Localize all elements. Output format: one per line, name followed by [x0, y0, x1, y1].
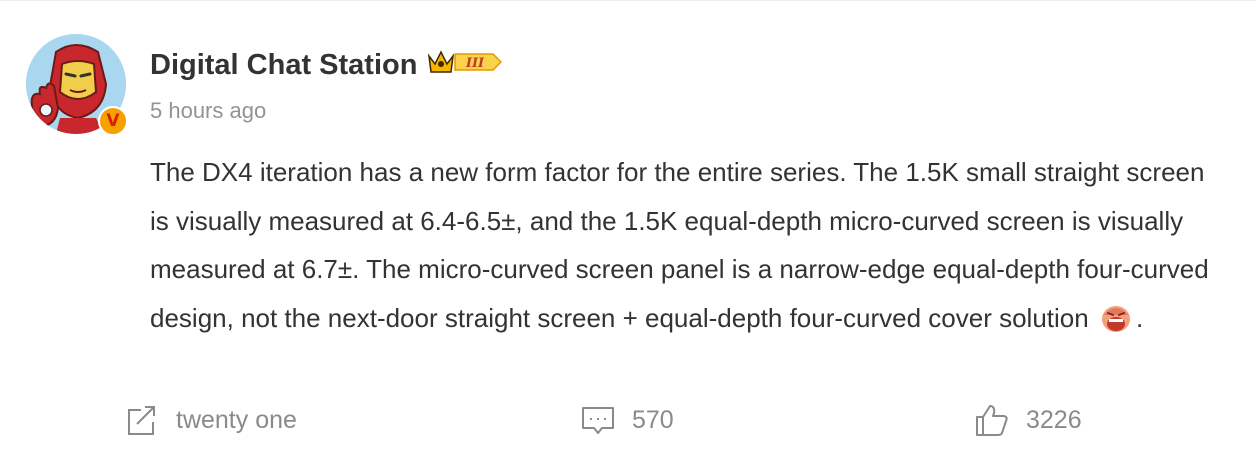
like-count: 3226 [1026, 405, 1082, 434]
crown-rank-icon[interactable]: III [427, 46, 503, 84]
comment-icon [582, 407, 614, 434]
comment-button[interactable]: 570 [580, 402, 674, 438]
post-timestamp[interactable]: 5 hours ago [150, 98, 266, 124]
thumbs-up-icon [976, 405, 1008, 436]
author-row: Digital Chat Station III [150, 46, 503, 84]
rank-level-label: III [465, 56, 485, 71]
comment-count: 570 [632, 405, 674, 434]
author-name[interactable]: Digital Chat Station [150, 49, 417, 82]
like-button[interactable]: 3226 [974, 402, 1082, 438]
post-text-end: . [1135, 302, 1144, 333]
share-icon [128, 406, 155, 435]
verified-badge: V [98, 106, 128, 136]
post-body: The DX4 iteration has a new form factor … [150, 148, 1230, 342]
post-text: The DX4 iteration has a new form factor … [150, 157, 1209, 333]
laughing-emoji-icon [1098, 299, 1134, 335]
share-button[interactable]: twenty one [124, 402, 297, 438]
share-label: twenty one [176, 405, 297, 434]
top-divider [0, 0, 1256, 1]
action-bar: twenty one 570 3226 [0, 402, 1256, 446]
